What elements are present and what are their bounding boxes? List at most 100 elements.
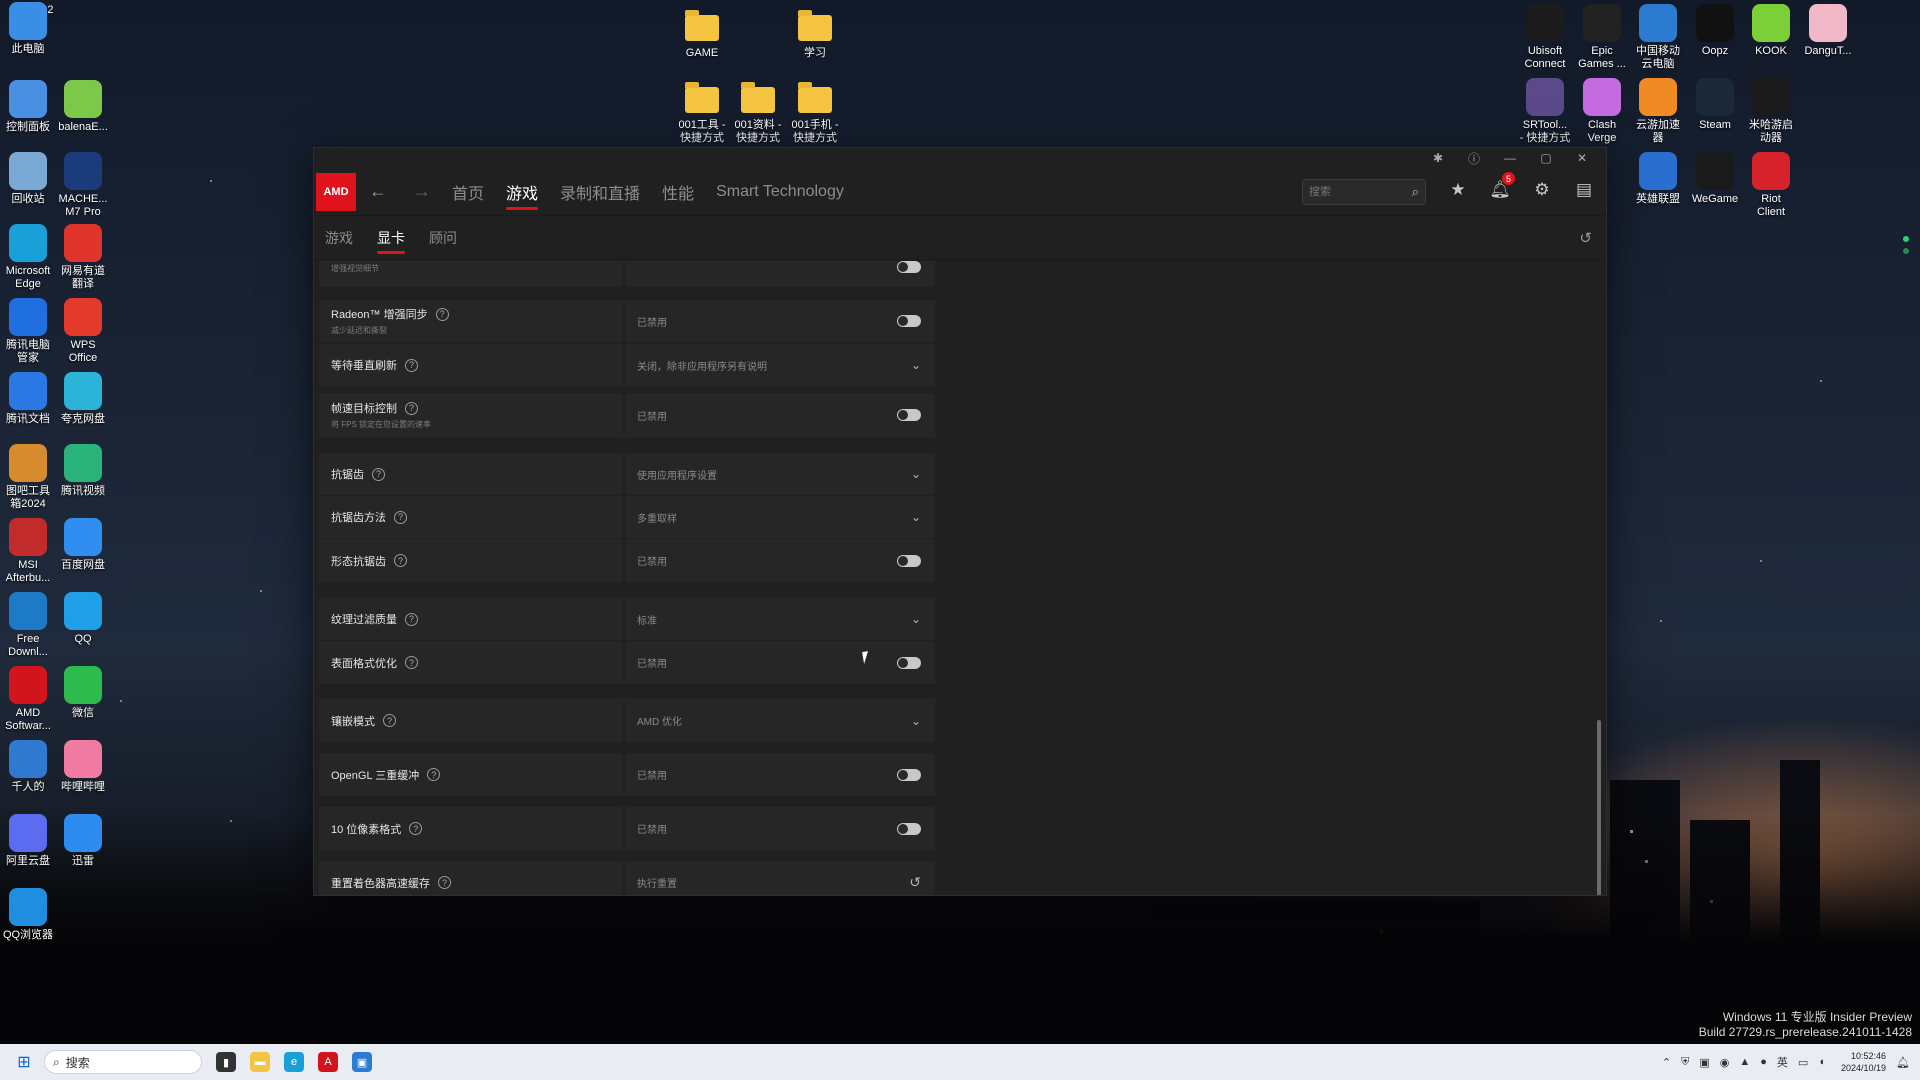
edge-icon[interactable]: e: [284, 1052, 304, 1072]
setting-value-cell[interactable]: 关闭，除非应用程序另有说明 ⌄: [625, 344, 935, 386]
desktop-shortcut[interactable]: 英雄联盟: [1630, 152, 1686, 206]
setting-value-cell[interactable]: 标准 ⌄: [625, 598, 935, 640]
desktop-shortcut[interactable]: 001手机 - 快捷方式: [787, 78, 843, 145]
setting-value-cell[interactable]: 使用应用程序设置 ⌄: [625, 453, 935, 495]
toggle-switch[interactable]: [897, 409, 921, 421]
setting-value-cell[interactable]: 多重取样 ⌄: [625, 496, 935, 538]
minimize-button[interactable]: —: [1492, 148, 1528, 168]
desktop-shortcut[interactable]: 米哈游启 动器: [1743, 78, 1799, 145]
forward-arrow-icon[interactable]: →: [400, 181, 444, 202]
tray-shield-icon[interactable]: ⛨: [1681, 1056, 1689, 1069]
nav-tab[interactable]: 性能: [662, 168, 694, 216]
help-icon[interactable]: ?: [394, 554, 407, 567]
desktop-shortcut[interactable]: 回收站: [0, 152, 56, 206]
help-icon[interactable]: ?: [405, 612, 418, 626]
setting-value-cell[interactable]: AMD 优化 ⌄: [625, 699, 935, 742]
help-icon[interactable]: ?: [372, 467, 385, 481]
desktop-shortcut[interactable]: SRTool... - 快捷方式: [1517, 78, 1573, 145]
toggle-switch[interactable]: [897, 656, 921, 669]
desktop-shortcut[interactable]: Microsoft Edge: [0, 224, 56, 291]
tray-chrome-icon[interactable]: ◉: [1720, 1056, 1730, 1069]
help-icon[interactable]: ?: [435, 307, 449, 321]
file-explorer-icon[interactable]: ▬: [250, 1052, 270, 1072]
desktop-shortcut[interactable]: WPS Office: [55, 298, 111, 365]
desktop-shortcut[interactable]: 阿里云盘: [0, 814, 56, 868]
desktop-shortcut[interactable]: QQ: [55, 592, 111, 646]
desktop-shortcut[interactable]: 控制面板: [0, 80, 56, 134]
desktop-shortcut[interactable]: 图吧工具 箱2024: [0, 444, 56, 511]
taskbar-search[interactable]: ⌕ 搜索: [44, 1050, 202, 1074]
reset-icon[interactable]: ↺: [909, 874, 921, 891]
desktop-shortcut[interactable]: 千人的: [0, 740, 56, 794]
desktop-shortcut[interactable]: KOOK: [1743, 4, 1799, 58]
layout-panel-icon[interactable]: ▤: [1572, 180, 1596, 200]
task-view-icon[interactable]: ▮: [216, 1052, 236, 1072]
desktop-shortcut[interactable]: Epic Games ...: [1574, 4, 1630, 71]
help-icon[interactable]: ?: [438, 876, 451, 889]
desktop-shortcut[interactable]: QQ浏览器: [0, 888, 56, 942]
tray-mic-icon[interactable]: ●: [1760, 1056, 1767, 1068]
desktop-shortcut[interactable]: MSI Afterbu...: [0, 518, 56, 585]
store-icon[interactable]: ▣: [352, 1052, 372, 1072]
tray-network-icon[interactable]: ▭: [1798, 1056, 1808, 1069]
chevron-down-icon[interactable]: ⌄: [911, 510, 921, 524]
notifications-bell-icon[interactable]: 🔔︎ 5: [1488, 172, 1515, 200]
info-icon[interactable]: ⓘ: [1456, 148, 1492, 168]
subnav-tab[interactable]: 显卡: [377, 216, 405, 260]
help-icon[interactable]: ?: [383, 714, 396, 727]
search-box[interactable]: ⌕: [1302, 179, 1426, 205]
windows-start-icon[interactable]: ⊞: [4, 1052, 44, 1072]
desktop-shortcut[interactable]: 腾讯文档: [0, 372, 56, 426]
tray-amd-icon[interactable]: ▲: [1739, 1056, 1750, 1068]
amd-software-icon[interactable]: A: [318, 1052, 338, 1072]
toggle-switch[interactable]: [897, 768, 921, 781]
desktop-shortcut[interactable]: 001工具 - 快捷方式: [674, 78, 730, 145]
toggle-switch[interactable]: [897, 554, 921, 567]
desktop-shortcut[interactable]: Clash Verge: [1574, 78, 1630, 145]
search-input[interactable]: [1309, 186, 1399, 198]
subnav-tab[interactable]: 游戏: [325, 216, 353, 260]
desktop-shortcut[interactable]: AMD Softwar...: [0, 666, 56, 733]
clock[interactable]: 10:52:46 2024/10/19: [1841, 1050, 1886, 1074]
nav-tab[interactable]: 游戏: [506, 168, 539, 216]
desktop-shortcut[interactable]: 腾讯电脑 管家: [0, 298, 56, 365]
tray-volume-icon[interactable]: ◖: [1818, 1056, 1825, 1068]
desktop-shortcut[interactable]: 网易有道 翻译: [55, 224, 111, 291]
desktop-shortcut[interactable]: 微信: [55, 666, 111, 720]
chevron-down-icon[interactable]: ⌄: [911, 612, 921, 626]
desktop-shortcut[interactable]: GAME: [674, 6, 730, 60]
help-icon[interactable]: ?: [405, 401, 418, 415]
search-icon[interactable]: ⌕: [1412, 184, 1419, 200]
reset-refresh-icon[interactable]: ↺: [1579, 229, 1592, 247]
desktop-shortcut[interactable]: 中国移动 云电脑: [1630, 4, 1686, 71]
bug-report-icon[interactable]: ✱: [1420, 148, 1456, 168]
help-icon[interactable]: ?: [409, 822, 423, 835]
window-titlebar[interactable]: ✱ ⓘ — ▢ ✕: [314, 148, 1606, 168]
desktop-shortcut[interactable]: WeGame: [1687, 152, 1743, 206]
desktop-shortcut[interactable]: 001资料 - 快捷方式: [730, 78, 786, 145]
desktop-shortcut[interactable]: 百度网盘: [55, 518, 111, 572]
tray-chevron-icon[interactable]: ⌃: [1662, 1056, 1671, 1069]
nav-tab[interactable]: Smart Technology: [716, 168, 844, 216]
help-icon[interactable]: ?: [405, 656, 418, 669]
desktop-shortcut[interactable]: 迅雷: [55, 814, 111, 868]
chevron-down-icon[interactable]: ⌄: [911, 714, 921, 728]
desktop-shortcut[interactable]: 腾讯视频: [55, 444, 111, 498]
scrollbar-thumb[interactable]: [1597, 720, 1601, 895]
help-icon[interactable]: ?: [427, 768, 441, 781]
help-icon[interactable]: ?: [405, 358, 418, 372]
chevron-down-icon[interactable]: ⌄: [911, 358, 921, 372]
settings-gear-icon[interactable]: ⚙: [1530, 180, 1554, 200]
desktop-shortcut[interactable]: 学习: [787, 6, 843, 60]
toggle-switch[interactable]: [897, 315, 921, 327]
help-icon[interactable]: ?: [394, 510, 407, 524]
subnav-tab[interactable]: 顾问: [429, 216, 457, 260]
desktop-shortcut[interactable]: 夸克网盘: [55, 372, 111, 426]
favorites-star-icon[interactable]: ★: [1446, 180, 1470, 200]
desktop-shortcut[interactable]: 此电脑: [0, 2, 56, 56]
chevron-down-icon[interactable]: ⌄: [911, 467, 921, 481]
notification-center-icon[interactable]: 🔔︎: [1896, 1056, 1910, 1069]
toggle-switch[interactable]: [897, 261, 921, 273]
nav-tab[interactable]: 录制和直播: [560, 168, 640, 216]
tray-ime-icon[interactable]: 英: [1777, 1054, 1788, 1070]
